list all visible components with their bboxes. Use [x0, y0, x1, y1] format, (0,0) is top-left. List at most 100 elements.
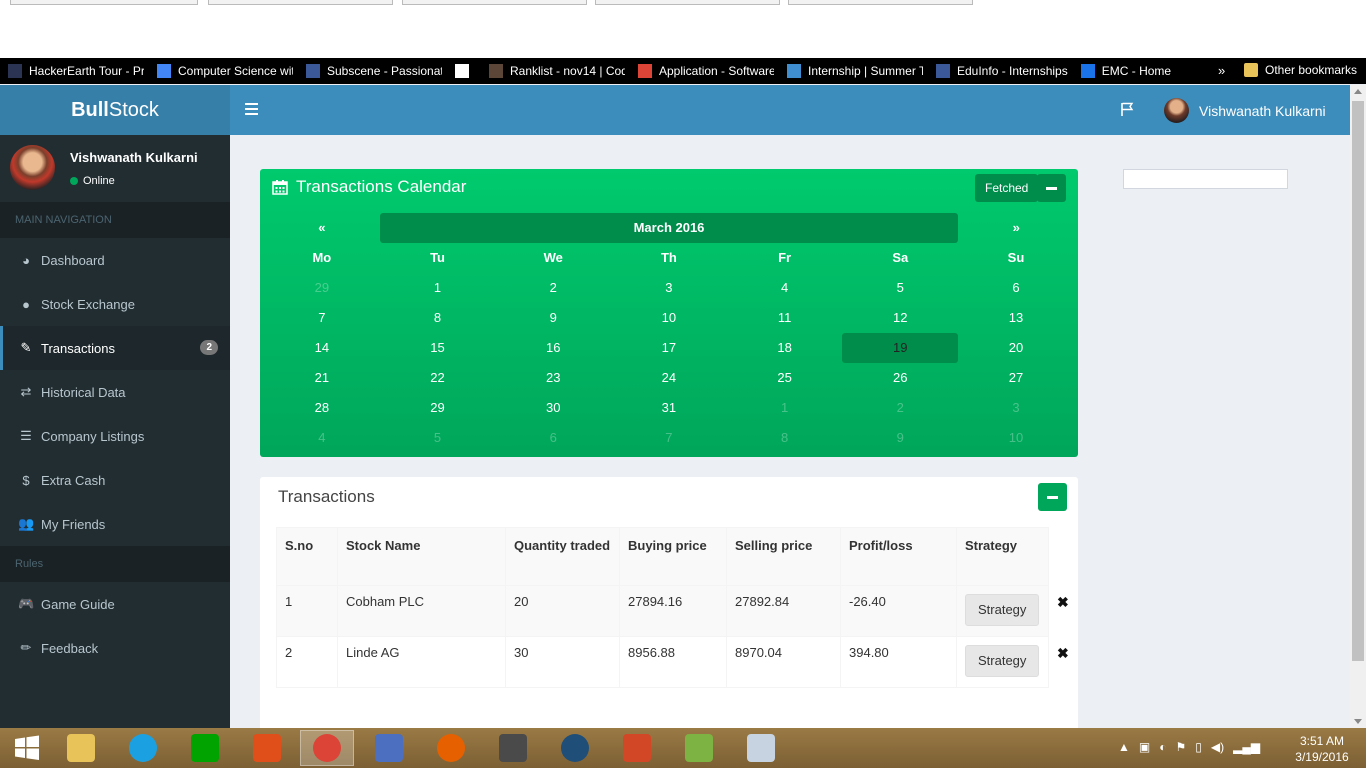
bookmark-item[interactable]: HackerEarth Tour - Pr: [8, 64, 144, 78]
transactions-collapse-button[interactable]: [1038, 483, 1067, 511]
sidebar-item-historical-data[interactable]: ⇄ Historical Data: [0, 370, 230, 414]
calendar-day[interactable]: 4: [727, 273, 843, 303]
calendar-day[interactable]: 5: [380, 423, 496, 453]
calendar-day[interactable]: 8: [380, 303, 496, 333]
calendar-day[interactable]: 31: [611, 393, 727, 423]
calendar-day[interactable]: 4: [264, 423, 380, 453]
strategy-button[interactable]: Strategy: [965, 594, 1040, 626]
scrollbar-thumb[interactable]: [1352, 101, 1364, 661]
volume-icon[interactable]: ◀): [1211, 740, 1224, 754]
calendar-day[interactable]: 9: [495, 303, 611, 333]
bookmark-item[interactable]: EMC - Home: [1080, 64, 1171, 78]
fetched-button[interactable]: Fetched: [975, 174, 1039, 202]
calendar-day[interactable]: 18: [727, 333, 843, 363]
calendar-month-switch[interactable]: March 2016: [380, 213, 958, 243]
taskbar-app-button[interactable]: [0, 730, 54, 766]
system-clock[interactable]: 3:51 AM 3/19/2016: [1290, 733, 1354, 765]
taskbar-app-button[interactable]: [610, 730, 664, 766]
calendar-day[interactable]: 25: [727, 363, 843, 393]
taskbar-app-button[interactable]: [672, 730, 726, 766]
sidebar-item-company-listings[interactable]: ☰ Company Listings: [0, 414, 230, 458]
bookmark-item[interactable]: Application - Software: [638, 64, 774, 78]
calendar-day[interactable]: 9: [842, 423, 958, 453]
calendar-day[interactable]: 3: [958, 393, 1074, 423]
taskbar-app-button[interactable]: [486, 730, 540, 766]
browser-tab[interactable]: [10, 0, 198, 5]
calendar-day[interactable]: 13: [958, 303, 1074, 333]
language-icon[interactable]: ◐: [1159, 740, 1166, 754]
calendar-prev-button[interactable]: «: [264, 213, 380, 243]
taskbar-app-button[interactable]: [240, 730, 294, 766]
sidebar-item-my-friends[interactable]: 👥 My Friends: [0, 502, 230, 546]
calendar-day[interactable]: 14: [264, 333, 380, 363]
app-logo[interactable]: BullStock: [0, 85, 230, 135]
bookmark-item[interactable]: Computer Science wit: [157, 64, 293, 78]
calendar-day[interactable]: 2: [842, 393, 958, 423]
calendar-day[interactable]: 23: [495, 363, 611, 393]
calendar-day[interactable]: 26: [842, 363, 958, 393]
flag-icon[interactable]: [1119, 101, 1135, 117]
calendar-day[interactable]: 5: [842, 273, 958, 303]
sidebar-toggle-icon[interactable]: [245, 103, 258, 115]
taskbar-app-button[interactable]: [300, 730, 354, 766]
taskbar-app-button[interactable]: [178, 730, 232, 766]
show-hidden-icons-icon[interactable]: ▲: [1118, 740, 1130, 754]
calendar-day[interactable]: 11: [727, 303, 843, 333]
strategy-button[interactable]: Strategy: [965, 645, 1040, 677]
sidebar-item-game-guide[interactable]: 🎮 Game Guide: [0, 582, 230, 626]
browser-tab[interactable]: [788, 0, 973, 5]
calendar-day[interactable]: 27: [958, 363, 1074, 393]
bookmark-item[interactable]: Subscene - Passionate: [306, 64, 442, 78]
user-menu[interactable]: Vishwanath Kulkarni: [1164, 98, 1326, 123]
action-center-icon[interactable]: ▣: [1139, 740, 1150, 754]
calendar-day[interactable]: 7: [264, 303, 380, 333]
calendar-day[interactable]: 12: [842, 303, 958, 333]
calendar-day[interactable]: 24: [611, 363, 727, 393]
calendar-day-today[interactable]: 19: [842, 333, 959, 363]
calendar-day[interactable]: 16: [495, 333, 611, 363]
calendar-day[interactable]: 1: [380, 273, 496, 303]
taskbar-app-button[interactable]: [424, 730, 478, 766]
network-signal-icon[interactable]: ▂▄▆: [1233, 740, 1260, 754]
bookmark-item[interactable]: Ranklist - nov14 | Cod: [489, 64, 625, 78]
scroll-up-arrow-icon[interactable]: [1354, 89, 1362, 94]
bookmark-item[interactable]: Internship | Summer T: [787, 64, 923, 78]
calendar-day[interactable]: 20: [958, 333, 1074, 363]
bookmarks-overflow-button[interactable]: »: [1218, 63, 1225, 78]
calendar-day[interactable]: 28: [264, 393, 380, 423]
calendar-day[interactable]: 6: [958, 273, 1074, 303]
browser-tab[interactable]: [595, 0, 780, 5]
calendar-day[interactable]: 3: [611, 273, 727, 303]
browser-tab[interactable]: [402, 0, 587, 5]
other-bookmarks-button[interactable]: Other bookmarks: [1244, 63, 1357, 77]
calendar-day[interactable]: 7: [611, 423, 727, 453]
sidebar-item-extra-cash[interactable]: $ Extra Cash: [0, 458, 230, 502]
search-input[interactable]: [1123, 169, 1288, 189]
delete-icon[interactable]: ✖: [1057, 594, 1069, 610]
calendar-collapse-button[interactable]: [1037, 174, 1066, 202]
calendar-day[interactable]: 21: [264, 363, 380, 393]
taskbar-app-button[interactable]: [116, 730, 170, 766]
battery-icon[interactable]: ▯: [1195, 740, 1202, 754]
sidebar-item-transactions[interactable]: ✎ Transactions 2: [0, 326, 230, 370]
browser-tab[interactable]: [208, 0, 393, 5]
calendar-day[interactable]: 22: [380, 363, 496, 393]
page-scrollbar[interactable]: [1350, 85, 1366, 728]
calendar-day[interactable]: 10: [958, 423, 1074, 453]
calendar-day[interactable]: 29: [264, 273, 380, 303]
sidebar-item-feedback[interactable]: ✏ Feedback: [0, 626, 230, 670]
taskbar-app-button[interactable]: [734, 730, 788, 766]
bookmark-item[interactable]: EduInfo - Internships: [936, 64, 1068, 78]
bookmark-item[interactable]: [455, 64, 476, 78]
calendar-next-button[interactable]: »: [958, 213, 1074, 243]
calendar-day[interactable]: 15: [380, 333, 496, 363]
calendar-day[interactable]: 6: [495, 423, 611, 453]
sidebar-item-stock-exchange[interactable]: ● Stock Exchange: [0, 282, 230, 326]
calendar-day[interactable]: 17: [611, 333, 727, 363]
taskbar-app-button[interactable]: [548, 730, 602, 766]
calendar-day[interactable]: 10: [611, 303, 727, 333]
delete-icon[interactable]: ✖: [1057, 645, 1069, 661]
calendar-day[interactable]: 8: [727, 423, 843, 453]
taskbar-app-button[interactable]: [54, 730, 108, 766]
calendar-day[interactable]: 29: [380, 393, 496, 423]
